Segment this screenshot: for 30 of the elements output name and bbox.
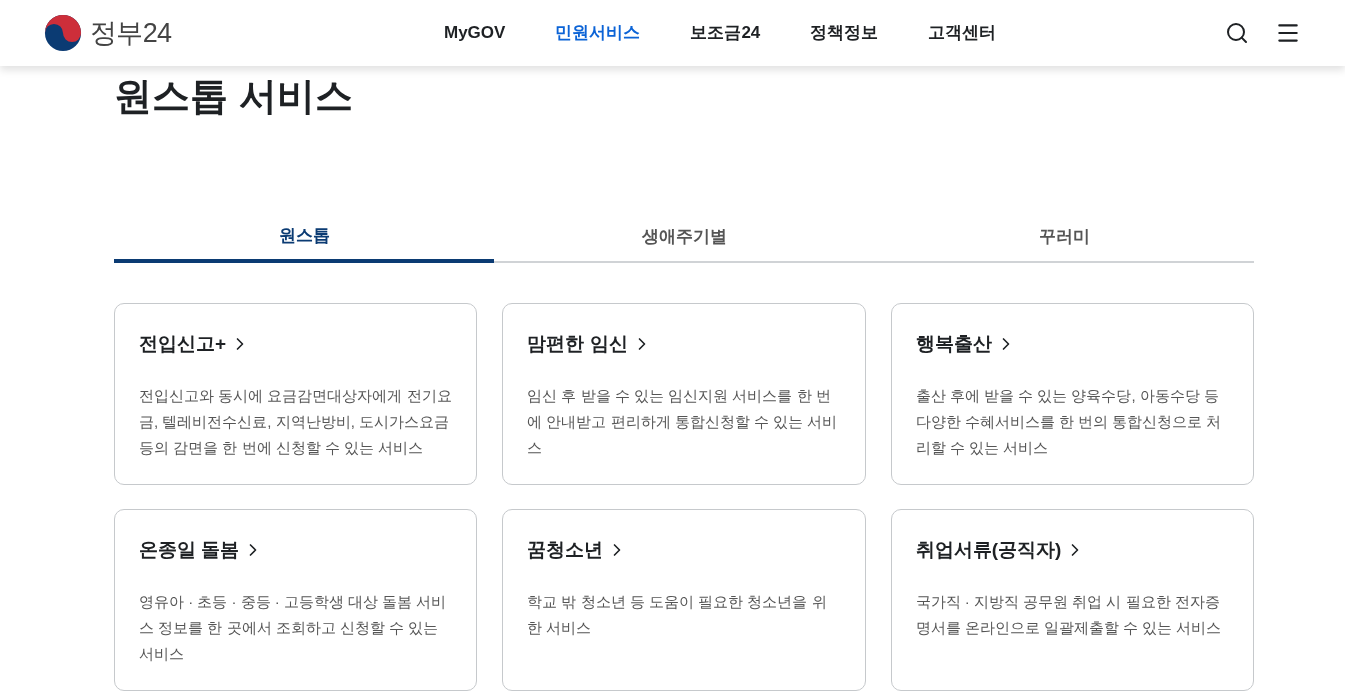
card-description: 전입신고와 동시에 요금감면대상자에게 전기요금, 텔레비전수신료, 지역난방비, 도시가스요금 등의 감면을 한 번에 신청할 수 있는 서비스 [139, 385, 453, 458]
service-card[interactable]: 맘편한 임신 임신 후 받을 수 있는 임신지원 서비스를 한 번에 안내받고 편리하게 통합신청할 수 있는 서비스 [502, 303, 866, 485]
service-card[interactable]: 행복출산 출산 후에 받을 수 있는 양육수당, 아동수당 등 다양한 수혜서비스를 한 번의 통합신청으로 처리할 수 있는 서비스 [890, 303, 1254, 485]
card-description: 영유아 · 초등 · 중등 · 고등학생 대상 돌봄 서비스 정보를 한 곳에서 조회하고 신청할 수 있는 서비스 [139, 591, 448, 664]
card-description: 출산 후에 받을 수 있는 양육수당, 아동수당 등 다양한 수혜서비스를 한 번의 통합신청으로 처리할 수 있는 서비스 [915, 385, 1223, 458]
service-card[interactable]: 꿈청소년 학교 밖 청소년 등 도움이 필요한 청소년을 위한 서비스 [502, 509, 866, 691]
card-title: 취업서류(공직자) [915, 538, 1062, 562]
card-description: 학교 밖 청소년 등 도움이 필요한 청소년을 위한 서비스 [527, 591, 828, 638]
nav-link[interactable]: MyGOV [444, 20, 506, 46]
card-title: 꿈청소년 [527, 538, 604, 562]
nav-link[interactable]: 고객센터 [928, 20, 997, 46]
card-title: 온종일 돌봄 [139, 538, 240, 562]
logo-text[interactable]: 정부24 [90, 12, 172, 54]
card-description: 임신 후 받을 수 있는 임신지원 서비스를 한 번에 안내받고 편리하게 통합신청할 수 있는 서비스 [527, 385, 839, 458]
service-card[interactable]: 취업서류(공직자) 국가직 · 지방직 공무원 취업 시 필요한 전자증명서를 온라인으로 일괄제출할 수 있는 서비스 [890, 509, 1254, 691]
nav-link[interactable]: 정책정보 [810, 20, 879, 46]
search-icon[interactable] [1225, 21, 1249, 45]
card-title: 전입신고+ [139, 332, 227, 356]
card-title: 맘편한 임신 [527, 332, 628, 356]
card-title: 행복출산 [915, 332, 992, 356]
page-title: 원스톱 서비스 [114, 74, 353, 119]
tab[interactable]: 원스톱 [114, 213, 494, 263]
card-description: 국가직 · 지방직 공무원 취업 시 필요한 전자증명서를 온라인으로 일괄제출할 수 있는 서비스 [915, 591, 1223, 638]
service-card[interactable]: 전입신고+ 전입신고와 동시에 요금감면대상자에게 전기요금, 텔레비전수신료, 지역난방비, 도시가스요금 등의 감면을 한 번에 신청할 수 있는 서비스 [114, 303, 478, 485]
nav-link[interactable]: 민원서비스 [555, 20, 641, 46]
tab[interactable]: 꾸러미 [874, 213, 1254, 263]
service-card[interactable]: 온종일 돌봄 영유아 · 초등 · 중등 · 고등학생 대상 돌봄 서비스 정보를 한 곳에서 조회하고 신청할 수 있는 서비스 [114, 509, 478, 691]
nav-link[interactable]: 보조금24 [690, 20, 761, 46]
tab[interactable]: 생애주기별 [494, 213, 874, 263]
logo-icon [44, 14, 82, 52]
